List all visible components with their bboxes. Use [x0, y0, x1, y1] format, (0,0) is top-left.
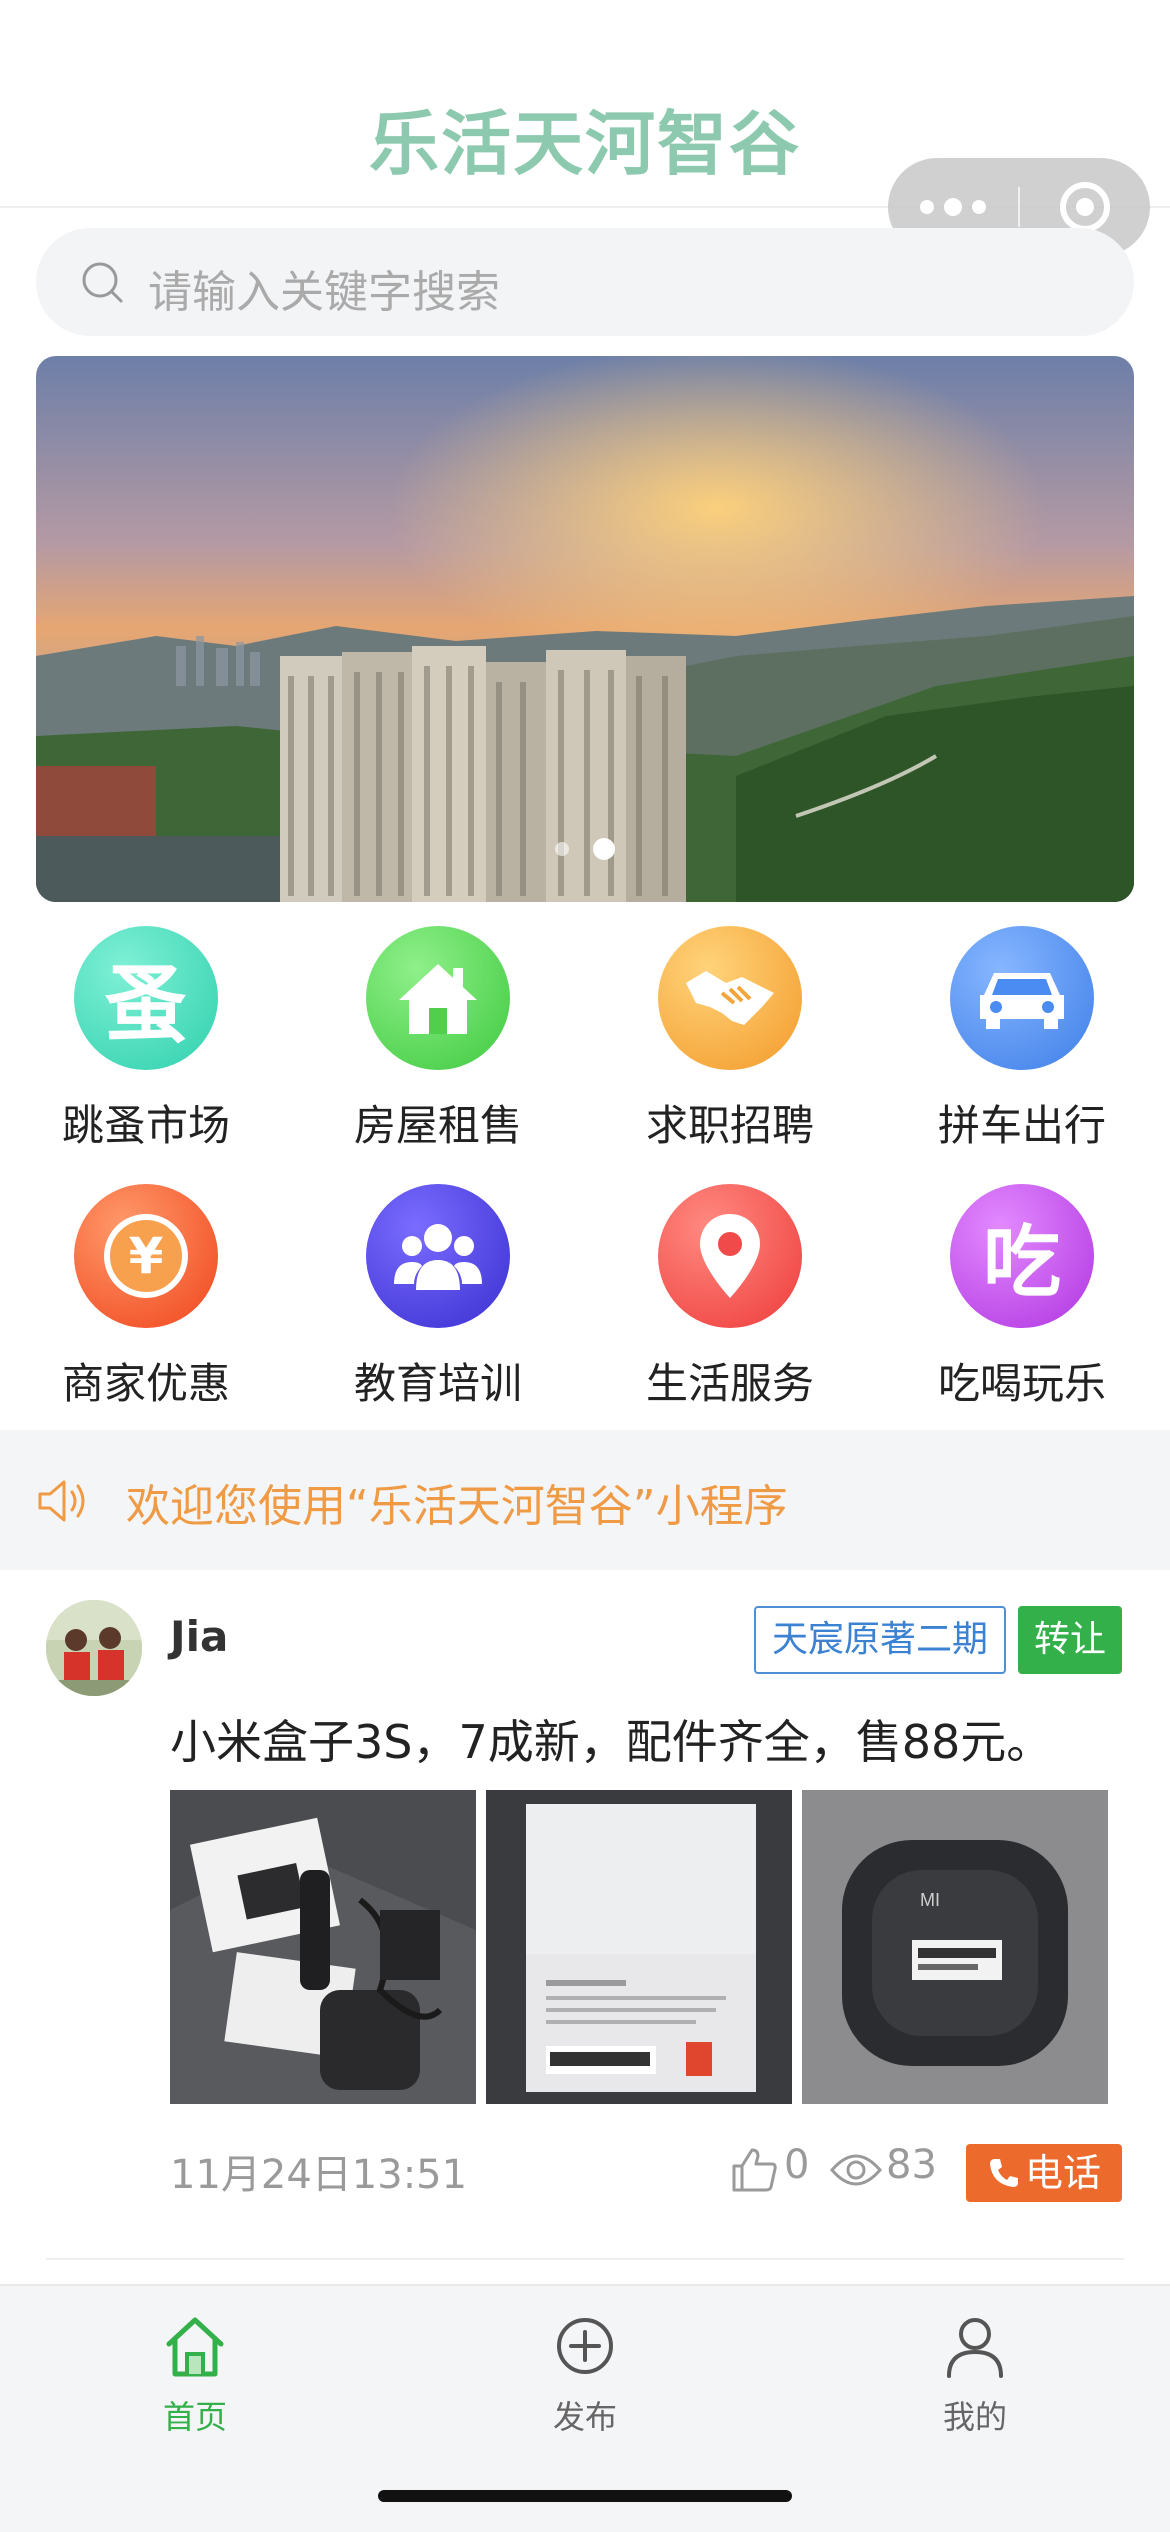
category-life-services[interactable]: 生活服务: [584, 1178, 876, 1418]
yen-coin-icon: ¥: [74, 1184, 218, 1328]
target-icon: [1060, 182, 1110, 232]
view-count: 83: [886, 2142, 937, 2188]
banner-image: [36, 356, 1134, 902]
post-card[interactable]: Jia 天宸原著二期 转让 小米盒子3S，7成新，配件齐全，售88元。 MI 1…: [0, 1572, 1170, 2262]
category-merchant-deals[interactable]: ¥ 商家优惠: [0, 1178, 292, 1418]
home-icon: [166, 2317, 224, 2377]
tab-mine[interactable]: 我的: [780, 2306, 1170, 2456]
post-text: 小米盒子3S，7成新，配件齐全，售88元。: [170, 1715, 1053, 1769]
search-icon: [82, 262, 123, 303]
car-icon: [950, 926, 1094, 1070]
speaker-icon: [38, 1480, 85, 1522]
search-input[interactable]: 请输入关键字搜索: [148, 256, 500, 320]
category-label: 吃喝玩乐: [937, 1359, 1106, 1408]
banner-carousel[interactable]: [36, 356, 1134, 902]
people-icon: [366, 1184, 510, 1328]
category-label: 求职招聘: [645, 1101, 814, 1150]
home-indicator: [378, 2490, 792, 2502]
eye-icon: [830, 2154, 882, 2186]
search-bar[interactable]: 请输入关键字搜索: [36, 228, 1134, 336]
category-label: 房屋租售: [353, 1101, 522, 1150]
call-button[interactable]: 电话: [966, 2144, 1122, 2202]
tab-label: 发布: [552, 2398, 617, 2436]
handshake-icon: [658, 926, 802, 1070]
carousel-dots: [36, 838, 1134, 860]
avatar[interactable]: [46, 1600, 142, 1696]
type-tag[interactable]: 转让: [1018, 1606, 1122, 1674]
plus-circle-icon: [557, 2318, 613, 2374]
thumbs-up-icon[interactable]: [730, 2146, 778, 2194]
divider: [46, 2258, 1124, 2260]
like-count: 0: [784, 2142, 810, 2188]
svg-text:MI: MI: [920, 1890, 940, 1910]
category-carpool[interactable]: 拼车出行: [876, 920, 1168, 1160]
location-pin-icon: [658, 1184, 802, 1328]
tab-home[interactable]: 首页: [0, 2306, 390, 2456]
category-food-fun[interactable]: 吃 吃喝玩乐: [876, 1178, 1168, 1418]
notice-text: 欢迎您使用“乐活天河智谷”小程序: [126, 1481, 788, 1532]
carousel-dot[interactable]: [555, 842, 569, 856]
category-label: 教育培训: [353, 1359, 522, 1408]
post-photo[interactable]: [486, 1790, 792, 2104]
post-photo[interactable]: [170, 1790, 476, 2104]
post-photo[interactable]: MI: [802, 1790, 1108, 2104]
eat-icon: 吃: [950, 1184, 1094, 1328]
call-button-label: 电话: [1024, 2151, 1101, 2195]
tab-publish[interactable]: 发布: [390, 2306, 780, 2456]
category-label: 生活服务: [645, 1359, 814, 1408]
flea-market-icon: 蚤: [74, 926, 218, 1070]
tab-label: 我的: [942, 2398, 1007, 2436]
category-label: 拼车出行: [937, 1101, 1106, 1150]
phone-icon: [989, 2159, 1018, 2187]
category-education[interactable]: 教育培训: [292, 1178, 584, 1418]
tab-label: 首页: [162, 2398, 227, 2436]
post-time: 11月24日13:51: [170, 2152, 468, 2198]
category-label: 商家优惠: [61, 1359, 230, 1408]
area-tag[interactable]: 天宸原著二期: [754, 1606, 1007, 1674]
house-icon: [366, 926, 510, 1070]
more-dots-icon: [920, 200, 934, 214]
category-flea-market[interactable]: 蚤 跳蚤市场: [0, 920, 292, 1160]
notice-bar: 欢迎您使用“乐活天河智谷”小程序: [0, 1430, 1170, 1570]
category-jobs[interactable]: 求职招聘: [584, 920, 876, 1160]
username[interactable]: Jia: [170, 1612, 228, 1661]
carousel-dot-active[interactable]: [593, 838, 615, 860]
category-housing[interactable]: 房屋租售: [292, 920, 584, 1160]
user-icon: [947, 2318, 1003, 2378]
category-label: 跳蚤市场: [61, 1101, 230, 1150]
